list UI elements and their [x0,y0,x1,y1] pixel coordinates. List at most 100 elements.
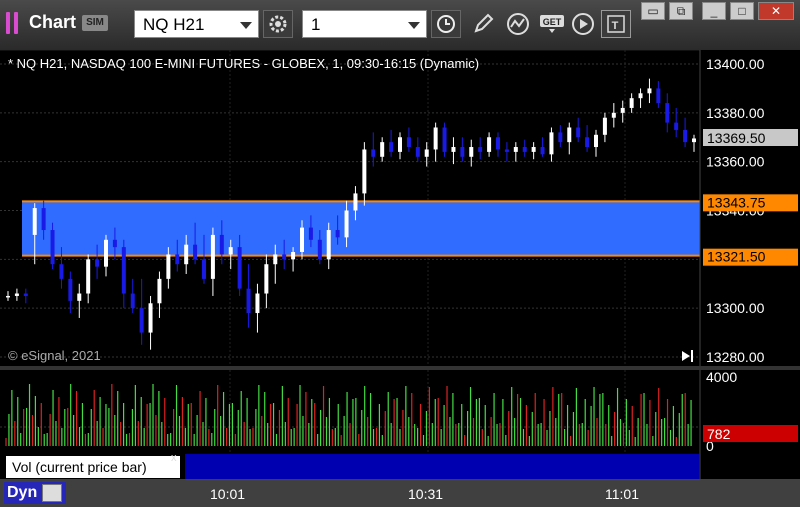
play-button[interactable] [568,10,598,38]
volume-study-label[interactable]: Vol (current price bar) [6,456,180,478]
close-icon: ✕ [770,4,782,18]
study-button[interactable] [503,10,533,38]
get-button[interactable]: GET [537,10,567,38]
candle [157,271,162,318]
window-title: Chart [29,12,77,32]
candle [522,139,527,157]
volume-close-icon[interactable]: x [171,452,177,464]
app-logo-icon [6,12,20,34]
svg-text:GET: GET [543,17,562,27]
time-axis [0,479,800,507]
lock-icon[interactable] [42,484,62,502]
candle [629,93,634,113]
current-price-value: 13369.50 [707,130,766,146]
template-icon: T [607,15,625,33]
maximize-button[interactable]: □ [730,2,754,20]
volume-label-strip [185,454,699,479]
candle [487,132,492,157]
scroll-end-icon[interactable] [682,350,693,362]
x-tick-label: 10:31 [408,486,444,502]
candle [104,234,108,277]
pane-icon: ▭ [647,4,659,18]
chevron-down-icon [408,22,420,29]
candle [611,103,616,128]
chevron-down-icon [240,22,252,29]
volume-histogram [5,384,692,446]
candle [68,271,73,314]
candle [121,239,126,309]
maximize-icon: □ [738,4,746,18]
interval-dropdown[interactable]: 1 [302,10,427,38]
candle [576,117,581,143]
candle [540,137,545,157]
candle [620,100,625,123]
symbol-value: NQ H21 [143,15,205,34]
candle [210,227,215,296]
candle [567,122,572,155]
y-tick-label: 13300.00 [706,300,765,316]
close-button[interactable]: ✕ [758,2,794,20]
candle [594,129,598,157]
candle [255,283,260,333]
restore-icon: ⧉ [676,3,686,18]
candle [602,112,607,143]
candle [683,117,688,148]
volume-tick-max: 4000 [706,369,737,385]
minimize-icon: _ [710,4,718,18]
study-icon [507,13,529,35]
candle [380,137,385,162]
interval-value: 1 [311,15,321,34]
candle [442,122,447,157]
clock-button[interactable] [431,10,461,38]
candle [139,278,144,345]
candle [549,127,554,162]
copyright-text: © eSignal, 2021 [8,348,101,363]
candle [362,142,367,206]
y-tick-label: 13280.00 [706,349,765,365]
y-tick-label: 13360.00 [706,154,765,170]
candle [6,291,10,301]
candle [478,137,483,160]
draw-button[interactable] [468,10,498,38]
candle [665,93,670,133]
template-button[interactable]: T [601,10,631,38]
minimize-pane-button[interactable]: ▭ [641,2,665,20]
clock-icon [437,15,455,33]
candle [496,132,500,157]
x-tick-label: 11:01 [605,486,639,502]
candle [389,129,394,157]
price-chart[interactable]: * NQ H21, NASDAQ 100 E-MINI FUTURES - GL… [0,50,800,480]
restore-button[interactable]: ⧉ [669,2,693,20]
chart-toolbar: Chart SIM NQ H21 1 GET T ▭ ⧉ _ □ ✕ [0,0,800,51]
zone-upper-value: 13343.75 [707,194,766,210]
candle [148,295,153,350]
candle [246,264,251,328]
candle [451,137,456,165]
candle [692,134,696,152]
candle [264,254,269,309]
sim-badge: SIM [82,15,108,31]
candle [77,283,82,318]
minimize-button[interactable]: _ [702,2,726,20]
candle [531,142,536,160]
svg-text:T: T [612,20,619,32]
settings-button[interactable] [263,10,293,38]
y-tick-label: 13400.00 [706,56,765,72]
candle [504,142,509,162]
chart-description: * NQ H21, NASDAQ 100 E-MINI FUTURES - GL… [8,56,479,71]
zone-lower-value: 13321.50 [707,249,766,265]
candle [513,142,518,162]
candle [638,88,643,108]
get-icon: GET [540,15,564,33]
candle [130,278,135,314]
x-tick-label: 10:01 [210,486,246,502]
candle [406,127,411,152]
candle [469,139,474,167]
candle [585,125,590,152]
candle [14,288,19,301]
y-tick-label: 13380.00 [706,105,765,121]
play-icon [572,13,594,35]
symbol-dropdown[interactable]: NQ H21 [134,10,259,38]
candle [86,254,91,304]
candle [23,288,28,304]
